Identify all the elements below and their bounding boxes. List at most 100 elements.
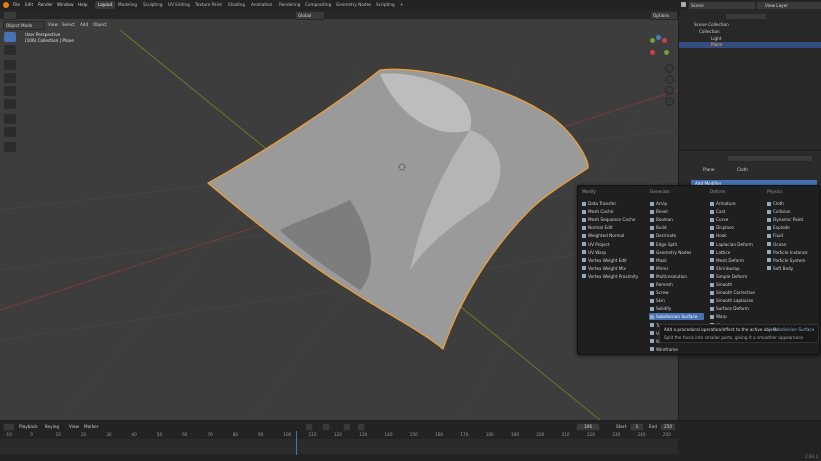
modifier-item-laplacian-deform[interactable]: Laplacian Deform xyxy=(709,241,764,248)
modifier-item-subdivision-surface[interactable]: Subdivision Surface xyxy=(649,313,704,321)
annotate-tool-button[interactable] xyxy=(4,114,16,124)
menu-marker[interactable]: Marker xyxy=(84,424,98,429)
measure-tool-button[interactable] xyxy=(4,127,16,137)
modifier-item-ocean[interactable]: Ocean xyxy=(766,241,821,248)
cursor-tool-button[interactable] xyxy=(4,45,16,55)
modifier-item-mesh-deform[interactable]: Mesh Deform xyxy=(709,257,764,264)
tab-compositing[interactable]: Compositing xyxy=(302,1,334,9)
transform-orientation-dropdown[interactable]: Global xyxy=(295,11,325,20)
scale-tool-button[interactable] xyxy=(4,86,16,96)
timeline-track[interactable] xyxy=(0,439,678,454)
editor-type-button[interactable] xyxy=(3,11,17,20)
object-mode-dropdown[interactable]: Object Mode xyxy=(3,21,45,30)
outliner-item-plane[interactable]: Plane xyxy=(711,42,723,47)
modifier-item-warp[interactable]: Warp xyxy=(709,313,764,320)
menu-view[interactable]: View xyxy=(48,22,58,27)
outliner-item-light[interactable]: Light xyxy=(711,36,721,41)
scene-selector[interactable]: Scene xyxy=(688,1,756,10)
menu-render[interactable]: Render xyxy=(38,2,53,7)
timeline-editor-type[interactable] xyxy=(3,423,15,431)
cloth-mesh[interactable] xyxy=(206,68,589,351)
gizmo-y-icon[interactable] xyxy=(650,38,655,43)
transform-tool-button[interactable] xyxy=(4,99,16,109)
end-frame-field[interactable]: 250 xyxy=(660,423,676,431)
rotate-tool-button[interactable] xyxy=(4,73,16,83)
modifier-item-data-transfer[interactable]: Data Transfer xyxy=(581,200,636,207)
modifier-item-uv-warp[interactable]: UV Warp xyxy=(581,249,636,256)
outliner-root[interactable]: Scene Collection xyxy=(694,22,729,27)
modifier-item-weighted-normal[interactable]: Weighted Normal xyxy=(581,232,636,239)
modifier-item-smooth-corrective[interactable]: Smooth Corrective xyxy=(709,289,764,296)
tab-geometry-nodes[interactable]: Geometry Nodes xyxy=(333,1,374,9)
tab-shading[interactable]: Shading xyxy=(225,1,248,9)
modifier-item-explode[interactable]: Explode xyxy=(766,224,821,231)
menu-playback[interactable]: Playback xyxy=(19,424,38,429)
modifier-item-build[interactable]: Build xyxy=(649,224,704,231)
menu-window[interactable]: Window xyxy=(57,2,74,7)
tab-animation[interactable]: Animation xyxy=(248,1,275,9)
modifier-item-shrinkwrap[interactable]: Shrinkwrap xyxy=(709,265,764,272)
modifier-item-lattice[interactable]: Lattice xyxy=(709,249,764,256)
properties-search-input[interactable] xyxy=(727,155,813,162)
modifier-item-array[interactable]: Array xyxy=(649,200,704,207)
modifier-item-collision[interactable]: Collision xyxy=(766,208,821,215)
modifier-item-dynamic-paint[interactable]: Dynamic Paint xyxy=(766,216,821,223)
modifier-item-smooth[interactable]: Smooth xyxy=(709,281,764,288)
outliner-item-plane-row[interactable]: Plane xyxy=(679,42,821,48)
modifier-item-curve[interactable]: Curve xyxy=(709,216,764,223)
modifier-item-decimate[interactable]: Decimate xyxy=(649,232,704,239)
start-frame-field[interactable]: 1 xyxy=(630,423,644,431)
modifier-item-edge-split[interactable]: Edge Split xyxy=(649,241,704,248)
modifier-item-mirror[interactable]: Mirror xyxy=(649,265,704,272)
jump-start-button[interactable] xyxy=(322,423,330,431)
tab-rendering[interactable]: Rendering xyxy=(276,1,303,9)
menu-object[interactable]: Object xyxy=(93,22,107,27)
modifier-item-bevel[interactable]: Bevel xyxy=(649,208,704,215)
modifier-item-geometry-nodes[interactable]: Geometry Nodes xyxy=(649,249,704,256)
pan-hand-icon[interactable] xyxy=(665,75,674,84)
move-tool-button[interactable] xyxy=(4,60,16,70)
menu-help[interactable]: Help xyxy=(78,2,88,7)
outliner-search-input[interactable] xyxy=(725,13,767,20)
tab-modeling[interactable]: Modeling xyxy=(115,1,140,9)
perspective-toggle-icon[interactable] xyxy=(665,97,674,106)
tab-texture-paint[interactable]: Texture Paint xyxy=(192,1,225,9)
zoom-icon[interactable] xyxy=(665,64,674,73)
menu-keying[interactable]: Keying xyxy=(45,424,59,429)
tab-scripting[interactable]: Scripting xyxy=(373,1,398,9)
menu-add[interactable]: Add xyxy=(80,22,88,27)
modifier-item-cloth[interactable]: Cloth xyxy=(766,200,821,207)
options-dropdown[interactable]: Options xyxy=(650,11,678,20)
modifier-item-surface-deform[interactable]: Surface Deform xyxy=(709,305,764,312)
modifier-item-vertex-weight-edit[interactable]: Vertex Weight Edit xyxy=(581,257,636,264)
menu-edit[interactable]: Edit xyxy=(25,2,33,7)
current-frame-field[interactable]: 106 xyxy=(576,423,600,431)
modifier-item-solidify[interactable]: Solidify xyxy=(649,305,704,312)
gizmo-neg-y-icon[interactable] xyxy=(664,50,669,55)
modifier-item-skin[interactable]: Skin xyxy=(649,297,704,304)
modifier-item-armature[interactable]: Armature xyxy=(709,200,764,207)
view-layer-selector[interactable]: View Layer xyxy=(756,1,821,10)
jump-end-button[interactable] xyxy=(357,423,365,431)
tab-sculpting[interactable]: Sculpting xyxy=(140,1,166,9)
gizmo-x-icon[interactable] xyxy=(662,38,667,43)
menu-select[interactable]: Select xyxy=(62,22,75,27)
outliner-collection[interactable]: Collection xyxy=(699,29,720,34)
modifier-item-cast[interactable]: Cast xyxy=(709,208,764,215)
modifier-item-multiresolution[interactable]: Multiresolution xyxy=(649,273,704,280)
add-cube-tool-button[interactable] xyxy=(4,142,16,152)
blender-logo-icon[interactable] xyxy=(3,2,9,8)
add-workspace-button[interactable]: + xyxy=(397,1,407,9)
modifier-item-displace[interactable]: Displace xyxy=(709,224,764,231)
object-name-field[interactable]: Plane xyxy=(703,167,715,172)
gizmo-neg-x-icon[interactable] xyxy=(650,50,655,55)
record-button[interactable] xyxy=(305,423,313,431)
modifier-item-wireframe[interactable]: Wireframe xyxy=(649,346,704,353)
menu-file[interactable]: File xyxy=(13,2,20,7)
modifier-item-screw[interactable]: Screw xyxy=(649,289,704,296)
modifier-item-vertex-weight-mix[interactable]: Vertex Weight Mix xyxy=(581,265,636,272)
modifier-item-particle-system[interactable]: Particle System xyxy=(766,257,821,264)
modifier-item-remesh[interactable]: Remesh xyxy=(649,281,704,288)
modifier-item-simple-deform[interactable]: Simple Deform xyxy=(709,273,764,280)
tab-uv-editing[interactable]: UV Editing xyxy=(165,1,193,9)
